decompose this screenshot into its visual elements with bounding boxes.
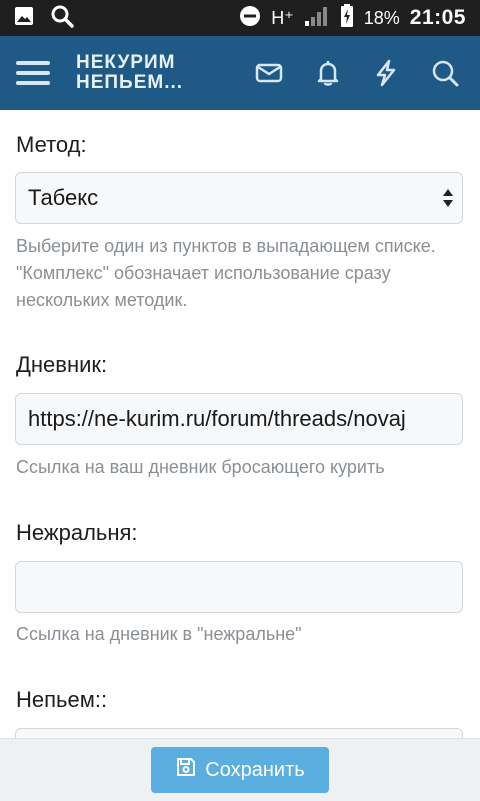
search-icon — [50, 4, 74, 33]
diary-hint: Ссылка на ваш дневник бросающего курить — [16, 457, 385, 477]
nezhralnya-input[interactable] — [15, 561, 463, 613]
select-arrows-icon — [442, 187, 454, 209]
image-icon — [14, 6, 34, 31]
diary-label: Дневник: — [16, 352, 108, 377]
nepyem-label: Непьем:: — [16, 687, 108, 712]
search-icon[interactable] — [430, 58, 460, 88]
method-select[interactable]: Табекс — [15, 172, 463, 224]
profile-form: Метод: Табекс Выберите один из пунктов в… — [0, 110, 480, 800]
battery-charging-icon — [340, 3, 354, 33]
bell-icon[interactable] — [313, 58, 343, 88]
signal-icon — [304, 5, 330, 32]
method-hint: Выберите один из пунктов в выпадающем сп… — [16, 236, 436, 310]
status-bar: H⁺ 18% 21:05 — [0, 0, 480, 36]
method-selected-value: Табекс — [28, 185, 99, 210]
clock: 21:05 — [409, 6, 466, 29]
menu-icon[interactable] — [16, 56, 50, 90]
diary-input[interactable]: https://ne-kurim.ru/forum/threads/novaj — [15, 393, 463, 445]
save-button[interactable]: Сохранить — [151, 747, 329, 793]
site-logo[interactable]: НЕКУРИМ НЕПЬЕМ... — [76, 53, 183, 93]
method-label: Метод: — [16, 132, 87, 157]
network-type: H⁺ — [271, 7, 294, 28]
nezhralnya-hint: Ссылка на дневник в "нежральне" — [16, 624, 302, 644]
form-action-bar: Сохранить — [0, 738, 480, 801]
dnd-icon — [239, 5, 261, 32]
bolt-icon[interactable] — [371, 58, 401, 88]
diary-input-value: https://ne-kurim.ru/forum/threads/novaj — [28, 406, 406, 431]
app-header: НЕКУРИМ НЕПЬЕМ... — [0, 36, 480, 110]
nezhralnya-label: Нежральня: — [16, 520, 138, 545]
save-button-label: Сохранить — [205, 758, 305, 781]
mail-icon[interactable] — [254, 58, 284, 88]
save-icon — [175, 756, 197, 784]
battery-level: 18% — [363, 7, 400, 28]
